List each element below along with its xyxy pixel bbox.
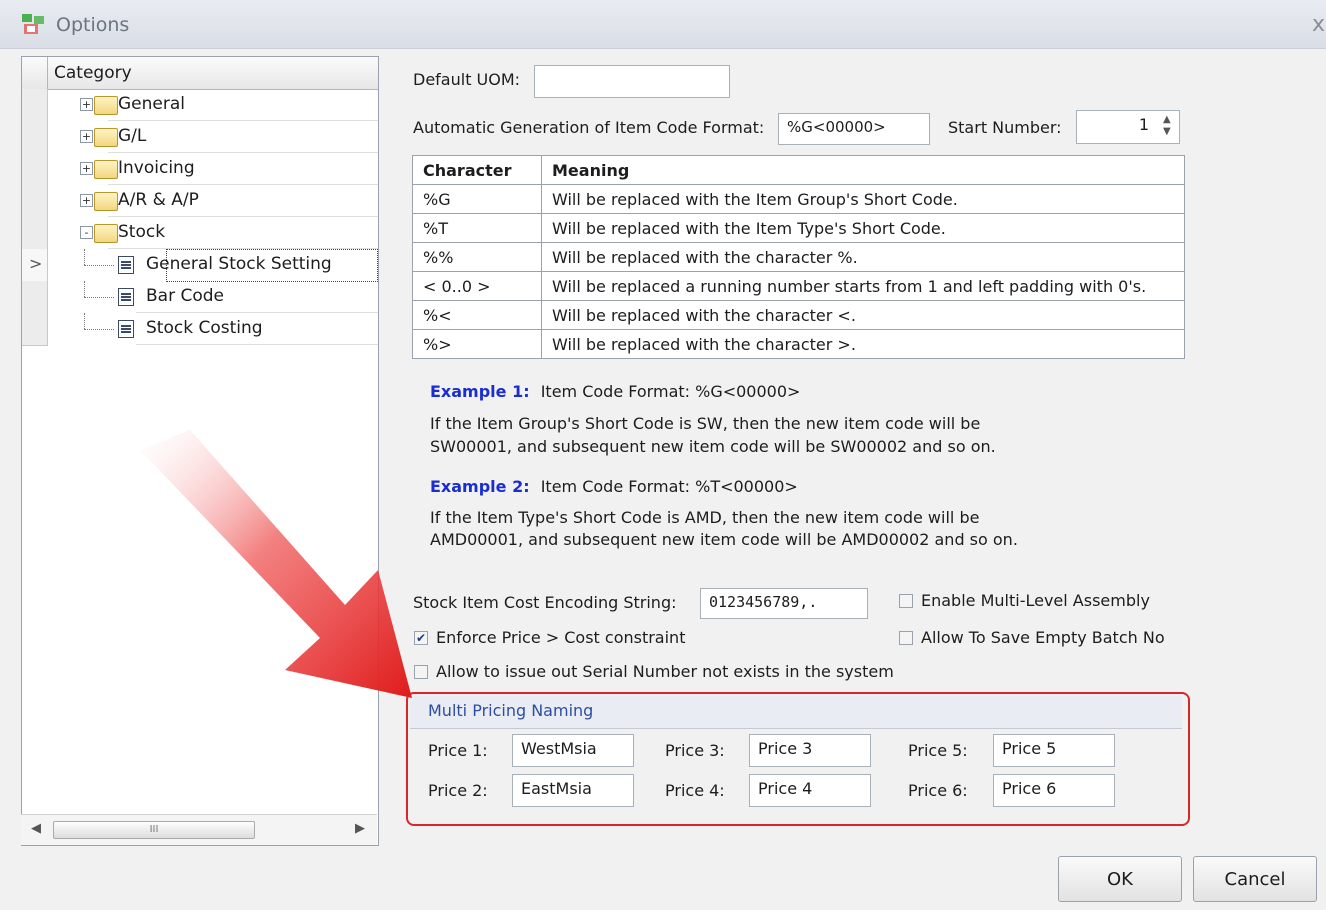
tree-item-label: General Stock Setting [146,254,332,274]
tree-item-general-stock-setting[interactable]: > General Stock Setting [22,249,378,282]
auto-gen-format-input[interactable]: %G<00000> [778,113,930,145]
folder-icon [94,224,118,243]
close-icon[interactable]: x [1312,12,1325,37]
tree-item-label: General [118,94,185,114]
tree-item-bar-code[interactable]: Bar Code [22,281,378,314]
price-6-input[interactable]: Price 6 [993,774,1115,807]
price-1-input[interactable]: WestMsia [512,734,634,767]
price-4-label: Price 4: [665,781,725,800]
example-2-format: Item Code Format: %T<00000> [540,477,798,496]
tree-item-ar-ap[interactable]: + A/R & A/P [22,185,378,218]
document-icon [118,256,134,274]
example-1-title: Example 1: [430,382,530,401]
default-uom-input[interactable] [534,65,730,98]
arrow-annotation-icon [140,430,412,698]
example-2-title: Example 2: [430,477,530,496]
spinner-arrows-icon[interactable]: ▲ ▼ [1163,114,1171,138]
price-3-label: Price 3: [665,741,725,760]
column-header-character: Character [412,155,542,185]
table-row: %< Will be replaced with the character <. [412,300,1185,330]
price-2-label: Price 2: [428,781,488,800]
allow-serial-label: Allow to issue out Serial Number not exi… [436,662,894,681]
folder-icon [94,192,118,211]
expand-icon[interactable]: + [80,194,93,207]
tree-item-label: Stock [118,222,166,242]
tree-item-label: G/L [118,126,147,146]
table-row: %G Will be replaced with the Item Group's… [412,184,1185,214]
price-5-label: Price 5: [908,741,968,760]
collapse-icon[interactable]: - [80,226,93,239]
tree-item-general[interactable]: + General [22,89,378,122]
tree-header-label: Category [54,63,132,83]
example-1-line-1: If the Item Group's Short Code is SW, th… [430,414,981,433]
folder-icon [94,128,118,147]
document-icon [118,320,134,338]
cancel-button[interactable]: Cancel [1193,856,1317,902]
row-indicator-icon: > [29,254,43,273]
tree-item-label: Bar Code [146,286,224,306]
tree-item-label: A/R & A/P [118,190,199,210]
allow-empty-batch-label: Allow To Save Empty Batch No [921,628,1165,647]
allow-empty-batch-checkbox[interactable] [899,631,913,645]
tree-header[interactable]: Category [22,57,378,90]
column-header-meaning: Meaning [541,155,1185,185]
folder-icon [94,160,118,179]
start-number-label: Start Number: [948,118,1062,137]
expand-icon[interactable]: + [80,130,93,143]
ok-button[interactable]: OK [1058,856,1182,902]
scroll-left-icon[interactable]: ◀ [31,821,41,836]
document-icon [118,288,134,306]
price-6-label: Price 6: [908,781,968,800]
window-title: Options [56,14,130,36]
cost-encoding-input[interactable]: 0123456789,. [700,588,868,619]
auto-gen-label: Automatic Generation of Item Code Format… [413,118,765,137]
tree-horizontal-scrollbar[interactable]: ◀ III ▶ [21,814,377,845]
tree-item-stock-costing[interactable]: Stock Costing [22,313,378,346]
tree-item-stock[interactable]: - Stock [22,217,378,250]
tree-item-label: Stock Costing [146,318,263,338]
folder-icon [94,96,118,115]
cost-encoding-label: Stock Item Cost Encoding String: [413,593,677,612]
table-row: %> Will be replaced with the character >. [412,329,1185,359]
multi-pricing-title: Multi Pricing Naming [428,701,594,720]
scroll-thumb[interactable]: III [53,821,255,839]
format-character-table: Character Meaning %G Will be replaced wit… [412,155,1185,359]
example-1-heading: Example 1: Item Code Format: %G<00000> [430,382,800,401]
enforce-price-label: Enforce Price > Cost constraint [436,628,686,647]
table-row: %% Will be replaced with the character %. [412,242,1185,272]
tree-item-gl[interactable]: + G/L [22,121,378,154]
title-bar [0,0,1326,49]
enable-multi-level-checkbox[interactable] [899,594,913,608]
app-icon [22,14,44,34]
price-5-input[interactable]: Price 5 [993,734,1115,767]
expand-icon[interactable]: + [80,98,93,111]
price-3-input[interactable]: Price 3 [749,734,871,767]
table-row: < 0..0 > Will be replaced a running numbe… [412,271,1185,301]
price-1-label: Price 1: [428,741,488,760]
example-1-format: Item Code Format: %G<00000> [540,382,801,401]
example-2-line-1: If the Item Type's Short Code is AMD, th… [430,508,980,527]
price-4-input[interactable]: Price 4 [749,774,871,807]
scroll-right-icon[interactable]: ▶ [355,821,365,836]
example-2-line-2: AMD00001, and subsequent new item code w… [430,530,1018,549]
enable-multi-level-label: Enable Multi-Level Assembly [921,591,1150,610]
table-row: %T Will be replaced with the Item Type's … [412,213,1185,243]
default-uom-label: Default UOM: [413,70,521,89]
price-2-input[interactable]: EastMsia [512,774,634,807]
tree-item-invoicing[interactable]: + Invoicing [22,153,378,186]
example-2-heading: Example 2: Item Code Format: %T<00000> [430,477,798,496]
example-1-line-2: SW00001, and subsequent new item code wi… [430,437,996,456]
tree-item-label: Invoicing [118,158,195,178]
expand-icon[interactable]: + [80,162,93,175]
